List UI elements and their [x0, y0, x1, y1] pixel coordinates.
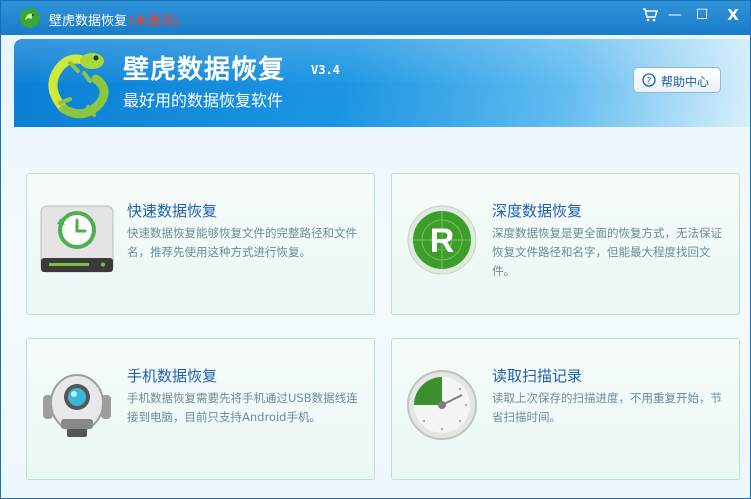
scan-record-description: 读取上次保存的扫描进度，不用重复开始，节省扫描时间。 [492, 391, 722, 424]
shopping-cart-icon [643, 8, 659, 22]
progress-dial-icon [407, 370, 477, 440]
clock-drive-icon [40, 205, 114, 273]
help-center-label: 帮助中心 [661, 75, 710, 89]
maximize-button[interactable]: ☐ [691, 5, 713, 25]
help-center-button[interactable]: ? 帮助中心 [633, 67, 721, 93]
radar-r-icon: R [407, 205, 477, 275]
window-title-label: 壁虎数据恢复 [49, 14, 128, 29]
scan-record-card[interactable]: 读取扫描记录 读取上次保存的扫描进度，不用重复开始，节省扫描时间。 [391, 338, 740, 480]
robot-icon [43, 374, 111, 437]
gecko-logo-icon [48, 53, 109, 119]
svg-text:?: ? [647, 77, 652, 87]
phone-recovery-card[interactable]: 手机数据恢复 手机数据恢复需要先将手机通过USB数据线连接到电脑，目前只支持An… [26, 338, 375, 480]
scan-record-title: 读取扫描记录 [492, 367, 583, 385]
quick-recovery-title: 快速数据恢复 [127, 202, 218, 220]
deep-recovery-title: 深度数据恢复 [492, 202, 583, 220]
app-window: 壁虎数据恢复 (未激活) — ☐ X 壁虎数据恢复 V3.4 最好用的数据恢复软件… [0, 0, 751, 499]
activation-status: (未激活) [129, 14, 179, 29]
quick-recovery-card[interactable]: 快速数据恢复 快速数据恢复能够恢复文件的完整路径和文件名，推荐先使用这种方式进行… [26, 173, 375, 315]
question-mark-icon: ? [642, 73, 656, 87]
app-name: 壁虎数据恢复 [123, 55, 286, 85]
title-bar[interactable]: 壁虎数据恢复 (未激活) — ☐ X [1, 1, 750, 35]
deep-recovery-description: 深度数据恢复是更全面的恢复方式，无法保证恢复文件路径和名字，但能最大程度找回文件… [492, 226, 722, 278]
phone-recovery-title: 手机数据恢复 [127, 367, 218, 385]
header-banner: 壁虎数据恢复 V3.4 最好用的数据恢复软件 ? 帮助中心 [14, 39, 750, 127]
gecko-app-icon [20, 8, 40, 28]
app-version: V3.4 [311, 63, 340, 77]
svg-text:R: R [430, 222, 455, 260]
deep-recovery-card[interactable]: R 深度数据恢复 深度数据恢复是更全面的恢复方式，无法保证恢复文件路径和名字，但… [391, 173, 740, 315]
window-title: 壁虎数据恢复 (未激活) [49, 10, 178, 29]
cart-button[interactable] [639, 5, 661, 25]
close-button[interactable]: X [722, 5, 744, 25]
quick-recovery-description: 快速数据恢复能够恢复文件的完整路径和文件名，推荐先使用这种方式进行恢复。 [127, 226, 357, 259]
phone-recovery-description: 手机数据恢复需要先将手机通过USB数据线连接到电脑，目前只支持Android手机… [127, 391, 358, 424]
minimize-button[interactable]: — [664, 5, 686, 25]
app-slogan: 最好用的数据恢复软件 [123, 91, 284, 110]
